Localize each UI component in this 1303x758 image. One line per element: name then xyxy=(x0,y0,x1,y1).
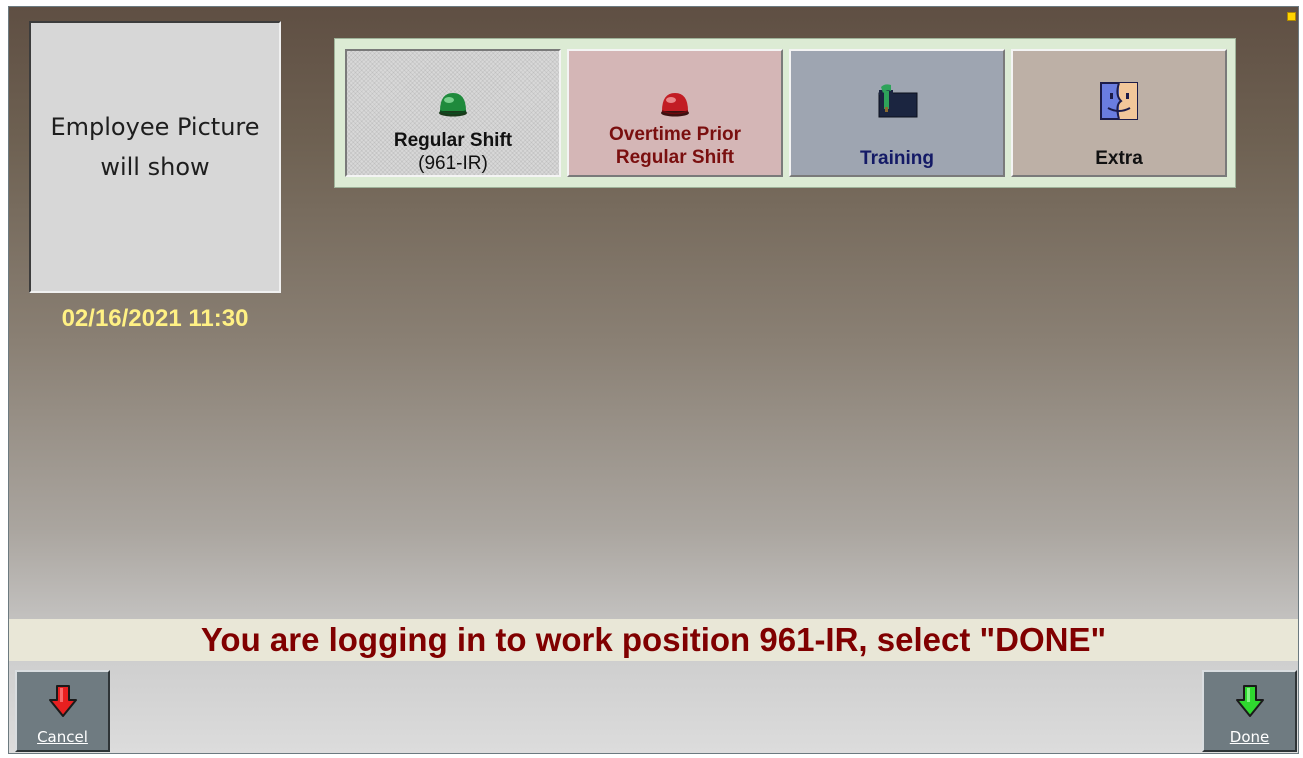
training-button[interactable]: Training xyxy=(789,49,1005,177)
overtime-prior-regular-shift-button[interactable]: Overtime Prior Regular Shift xyxy=(567,49,783,177)
finder-face-icon xyxy=(1013,81,1225,121)
regular-shift-label-line2: (961-IR) xyxy=(418,153,488,174)
regular-shift-button[interactable]: Regular Shift (961-IR) xyxy=(345,49,561,177)
extra-label: Extra xyxy=(1095,148,1143,169)
login-window: Employee Picture will show 02/16/2021 11… xyxy=(8,6,1299,754)
cancel-button-label: Cancel xyxy=(37,728,88,746)
green-light-icon xyxy=(347,89,559,117)
status-indicator xyxy=(1287,12,1296,21)
employee-picture-text: Employee Picture will show xyxy=(35,107,275,187)
current-datetime: 02/16/2021 11:30 xyxy=(61,305,249,332)
regular-shift-label: Regular Shift (961-IR) xyxy=(347,129,559,175)
regular-shift-label-line1: Regular Shift xyxy=(393,130,513,151)
overtime-prior-label-line2: Regular Shift xyxy=(615,147,735,168)
overtime-prior-label: Overtime Prior Regular Shift xyxy=(569,123,781,169)
shift-type-panel: Regular Shift (961-IR) Overtime Prior Re… xyxy=(334,38,1236,188)
extra-button[interactable]: Extra xyxy=(1011,49,1227,177)
employee-picture-text-line2: will show xyxy=(100,153,210,181)
training-folder-icon xyxy=(791,81,1003,121)
red-light-icon xyxy=(569,89,781,117)
done-button[interactable]: Done xyxy=(1202,670,1297,752)
done-button-label: Done xyxy=(1229,728,1270,746)
employee-picture-text-line1: Employee Picture xyxy=(50,113,260,141)
training-label: Training xyxy=(860,148,934,169)
employee-picture-placeholder: Employee Picture will show xyxy=(29,21,281,293)
red-down-arrow-icon xyxy=(17,684,108,718)
green-down-arrow-icon xyxy=(1204,684,1295,718)
cancel-button[interactable]: Cancel xyxy=(15,670,110,752)
status-message: You are logging in to work position 961-… xyxy=(9,619,1298,661)
overtime-prior-label-line1: Overtime Prior xyxy=(609,124,741,145)
